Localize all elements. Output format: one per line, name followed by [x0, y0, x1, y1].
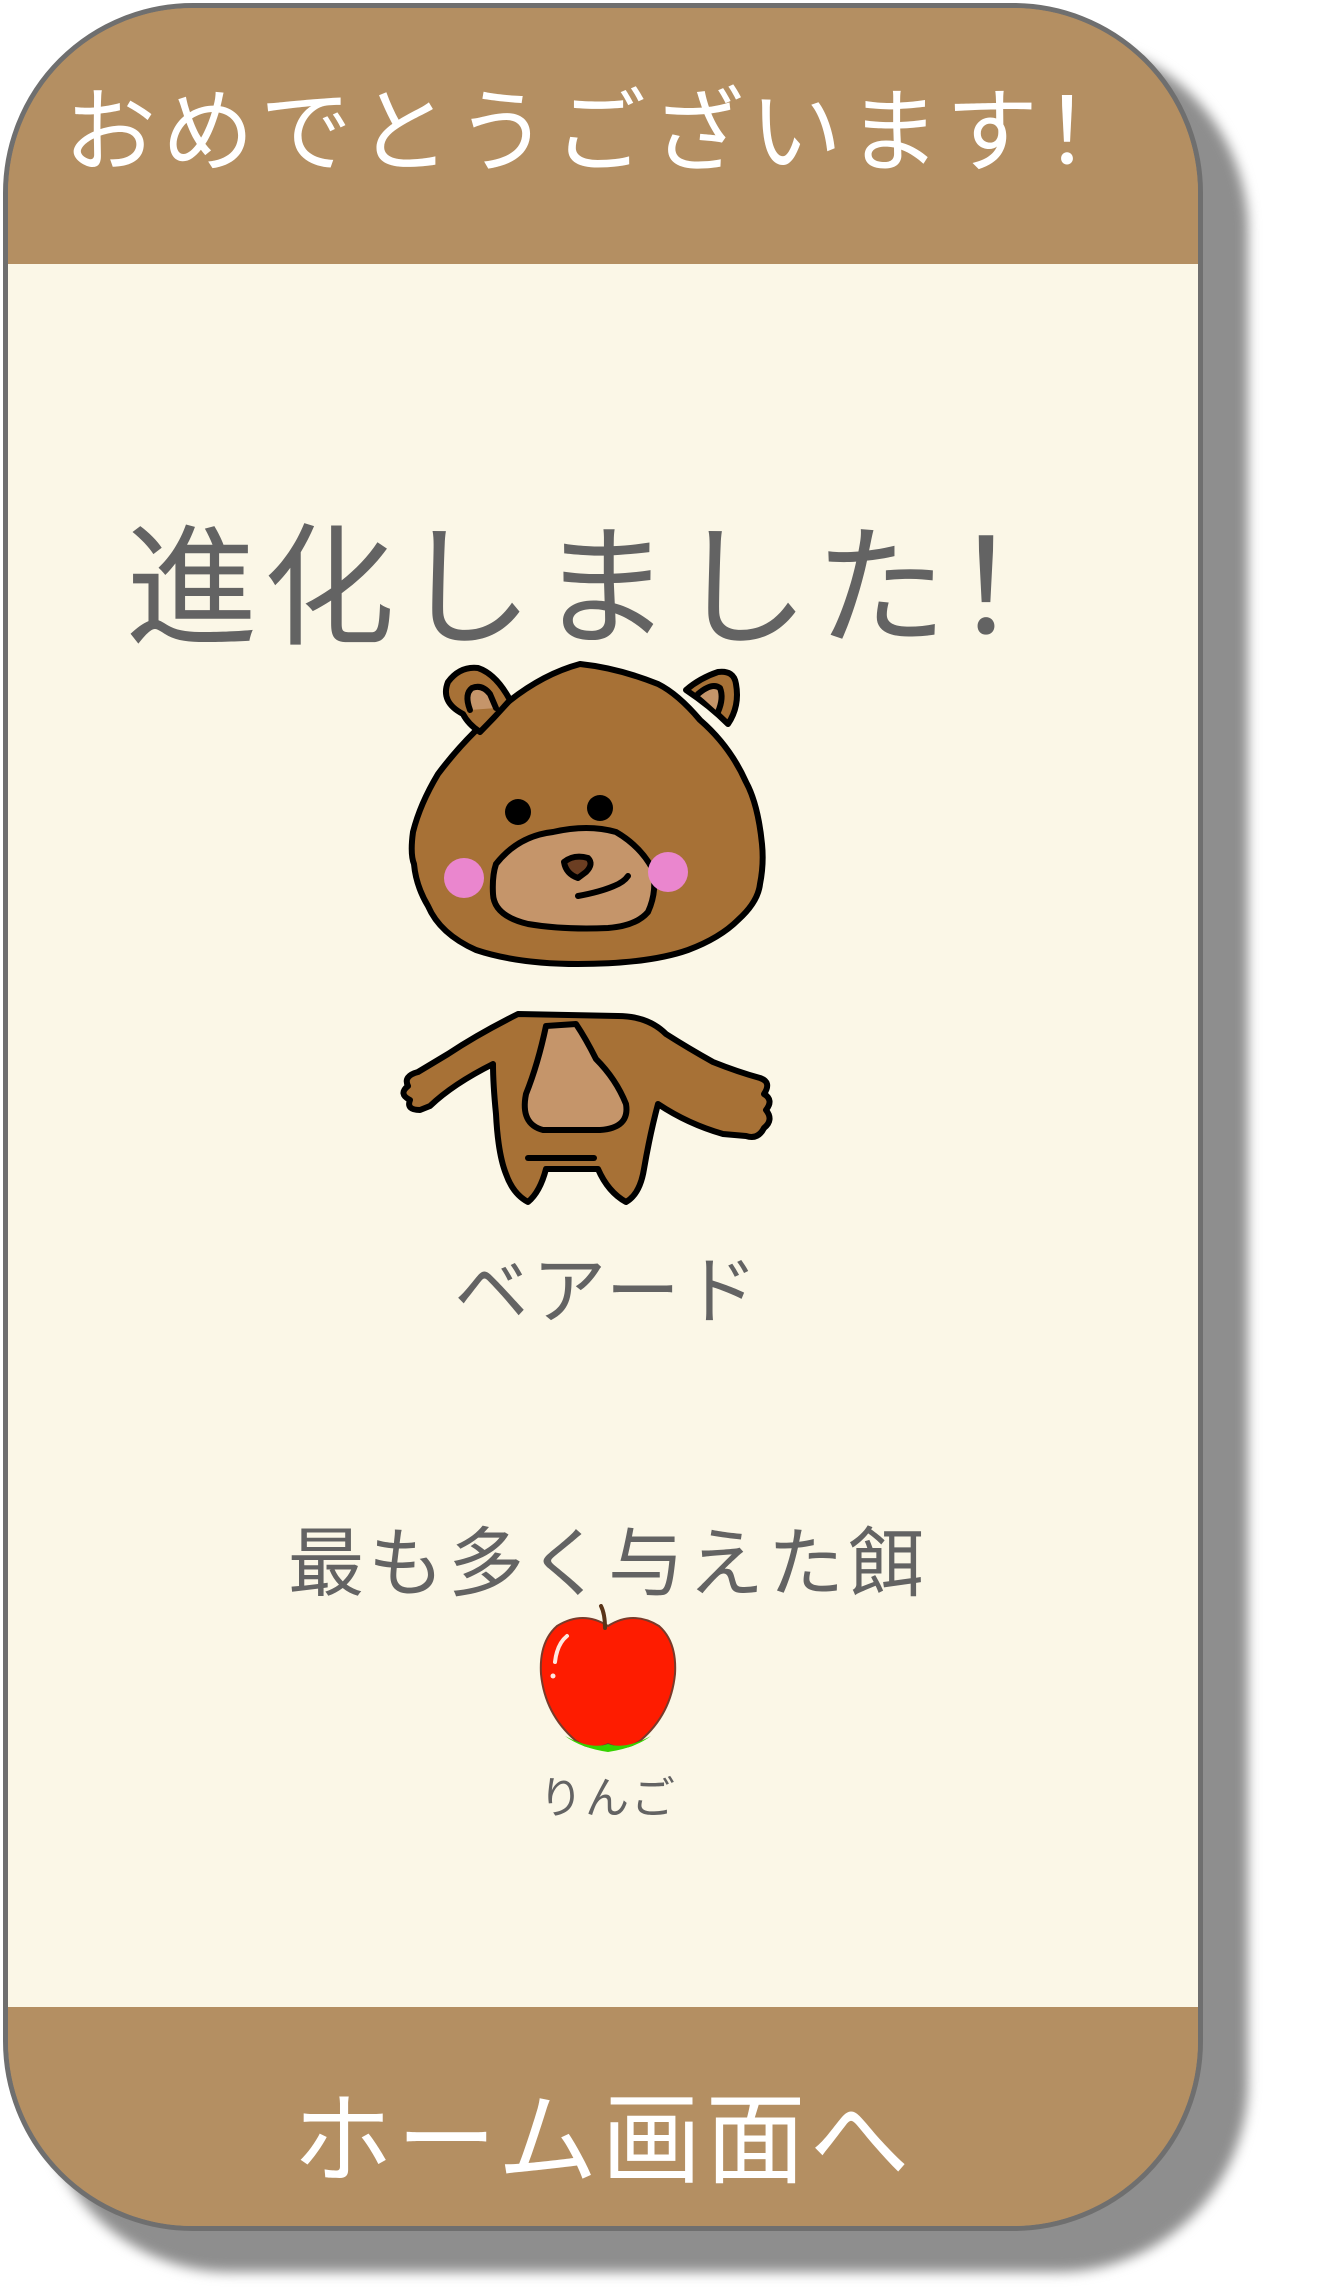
- evolved-message: 進化しました！: [125, 512, 1091, 666]
- result-card: おめでとうございます！ 進化しました！ ベアード 最も多く与えた餌 りんご ホー…: [3, 3, 1203, 2231]
- feed-name: りんご: [539, 1773, 677, 1824]
- apple-icon: [539, 1604, 677, 1752]
- bear-character-icon: [400, 661, 773, 1205]
- most-fed-label: 最も多く与えた餌: [288, 1519, 928, 1608]
- content-area: 進化しました！ ベアード 最も多く与えた餌 りんご: [8, 264, 1198, 2007]
- header-title: おめでとうございます！: [63, 78, 1142, 186]
- header: おめでとうございます！: [8, 8, 1198, 264]
- home-button-label: ホーム画面へ: [292, 2082, 914, 2199]
- home-button[interactable]: ホーム画面へ: [8, 2007, 1198, 2226]
- creature-name: ベアード: [454, 1249, 762, 1335]
